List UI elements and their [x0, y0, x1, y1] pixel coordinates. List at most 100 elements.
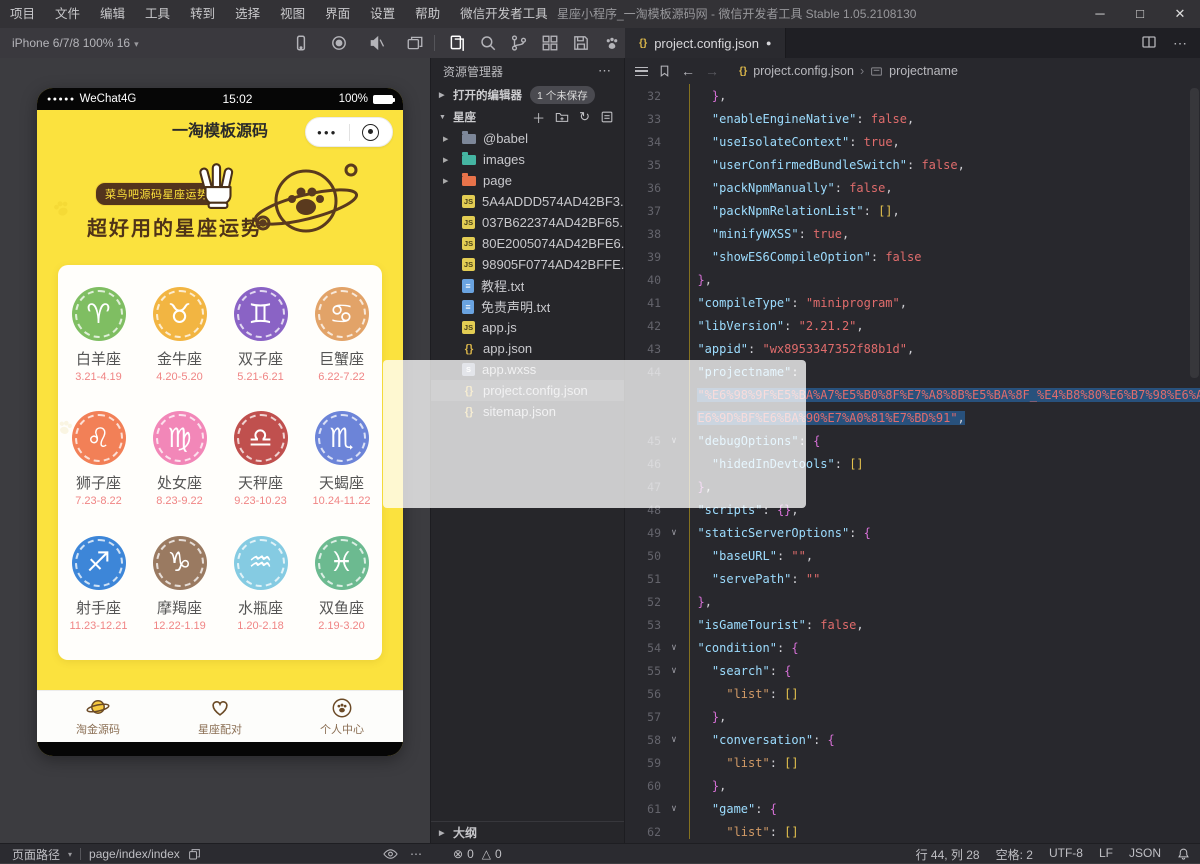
copy-icon[interactable]: [188, 848, 201, 861]
maximize-button[interactable]: □: [1120, 0, 1160, 28]
bookmark-icon[interactable]: [658, 64, 671, 78]
refresh-icon[interactable]: ↻: [579, 109, 590, 125]
new-folder-icon[interactable]: [555, 110, 569, 124]
bell-icon[interactable]: [1177, 847, 1190, 861]
zodiac-item[interactable]: ♈白羊座3.21-4.19: [58, 287, 139, 409]
scrollbar-thumb[interactable]: [1190, 88, 1199, 378]
fold-chevron-icon[interactable]: ∨: [665, 666, 683, 676]
code-line[interactable]: 60 },: [625, 774, 1200, 797]
file-row-----.txt[interactable]: ≡免责声明.txt: [431, 296, 624, 317]
file-row-5a4addd574ad42bf3...[interactable]: JS5A4ADDD574AD42BF3...: [431, 191, 624, 212]
save-icon[interactable]: [572, 34, 590, 52]
device-selector[interactable]: iPhone 6/7/8 100% 16▾: [12, 28, 139, 59]
back-arrow-icon[interactable]: ←: [681, 63, 695, 79]
language-mode[interactable]: JSON: [1129, 846, 1161, 863]
code-line[interactable]: 41 "compileType": "miniprogram",: [625, 291, 1200, 314]
menu-item[interactable]: 设置: [360, 0, 405, 28]
outline-section[interactable]: ▶ 大纲: [431, 821, 624, 843]
collapse-all-icon[interactable]: [600, 110, 614, 124]
code-line[interactable]: 50 "baseURL": "",: [625, 544, 1200, 567]
close-button[interactable]: ✕: [1160, 0, 1200, 28]
zodiac-item[interactable]: ♋巨蟹座6.22-7.22: [301, 287, 382, 409]
file-row-app.js[interactable]: JSapp.js: [431, 317, 624, 338]
menu-item[interactable]: 编辑: [90, 0, 135, 28]
zodiac-item[interactable]: ♎天秤座9.23-10.23: [220, 411, 301, 533]
breadcrumb-symbol[interactable]: projectname: [889, 64, 958, 78]
code-line[interactable]: 61∨ "game": {: [625, 797, 1200, 820]
branch-icon[interactable]: [510, 34, 528, 52]
clipboard-icon[interactable]: [448, 34, 466, 52]
code-line[interactable]: 62 "list": []: [625, 820, 1200, 843]
code-line[interactable]: 51 "servePath": "": [625, 567, 1200, 590]
close-target-button[interactable]: [362, 124, 379, 141]
phone-tab-paw[interactable]: 个人中心: [281, 691, 403, 742]
tab-project-config-json[interactable]: {} project.config.json ●: [625, 28, 786, 58]
more-actions-icon[interactable]: ⋯: [598, 63, 612, 79]
record-icon[interactable]: [330, 34, 348, 52]
menu-item[interactable]: 界面: [315, 0, 360, 28]
menu-item[interactable]: 选择: [225, 0, 270, 28]
code-line[interactable]: 34 "useIsolateContext": true,: [625, 130, 1200, 153]
more-actions-icon[interactable]: ⋯: [410, 847, 422, 861]
menu-item[interactable]: 微信开发者工具: [450, 0, 558, 28]
code-line[interactable]: 42 "libVersion": "2.21.2",: [625, 314, 1200, 337]
menu-item[interactable]: 工具: [135, 0, 180, 28]
file-row-98905f0774ad42bffe...[interactable]: JS98905F0774AD42BFFE...: [431, 254, 624, 275]
encoding[interactable]: UTF-8: [1049, 846, 1083, 863]
fold-chevron-icon[interactable]: ∨: [665, 528, 683, 538]
page-path-label[interactable]: 页面路径: [12, 846, 60, 863]
forward-arrow-icon[interactable]: →: [705, 63, 719, 79]
file-row-images[interactable]: ▶images: [431, 149, 624, 170]
code-line[interactable]: 33 "enableEngineNative": false,: [625, 107, 1200, 130]
menu-item[interactable]: 帮助: [405, 0, 450, 28]
zodiac-item[interactable]: ♉金牛座4.20-5.20: [139, 287, 220, 409]
code-line[interactable]: 56 "list": []: [625, 682, 1200, 705]
minimize-button[interactable]: ─: [1080, 0, 1120, 28]
grid-icon[interactable]: [541, 34, 559, 52]
code-line[interactable]: 38 "minifyWXSS": true,: [625, 222, 1200, 245]
more-actions-icon[interactable]: ⋯: [1173, 35, 1188, 52]
zodiac-item[interactable]: ♍处女座8.23-9.22: [139, 411, 220, 533]
file-row-@babel[interactable]: ▶@babel: [431, 128, 624, 149]
file-row-80e2005074ad42bfe6...[interactable]: JS80E2005074AD42BFE6...: [431, 233, 624, 254]
code-line[interactable]: 35 "userConfirmedBundleSwitch": false,: [625, 153, 1200, 176]
code-line[interactable]: 57 },: [625, 705, 1200, 728]
new-file-icon[interactable]: ＋: [532, 108, 545, 127]
split-editor-icon[interactable]: [1141, 34, 1159, 52]
menu-item[interactable]: 项目: [0, 0, 45, 28]
windows-icon[interactable]: [406, 34, 424, 52]
code-line[interactable]: 39 "showES6CompileOption": false: [625, 245, 1200, 268]
search-icon[interactable]: [479, 34, 497, 52]
open-editors-section[interactable]: ▶ 打开的编辑器 1 个未保存: [431, 84, 624, 106]
code-line[interactable]: 58∨ "conversation": {: [625, 728, 1200, 751]
problems-section[interactable]: ⊗ 0 △ 0: [453, 844, 502, 864]
zodiac-item[interactable]: ♑摩羯座12.22-1.19: [139, 536, 220, 658]
code-line[interactable]: 32 },: [625, 84, 1200, 107]
code-line[interactable]: 43 "appid": "wx8953347352f88b1d",: [625, 337, 1200, 360]
file-row-app.json[interactable]: {}app.json: [431, 338, 624, 359]
speaker-mute-icon[interactable]: [368, 34, 386, 52]
zodiac-item[interactable]: ♓双鱼座2.19-3.20: [301, 536, 382, 658]
project-section[interactable]: ▼ 星座 ＋ ↻: [431, 106, 624, 128]
fold-chevron-icon[interactable]: ∨: [665, 643, 683, 653]
code-line[interactable]: 49∨ "staticServerOptions": {: [625, 521, 1200, 544]
menu-item[interactable]: 文件: [45, 0, 90, 28]
code-line[interactable]: 52 },: [625, 590, 1200, 613]
breadcrumb-file[interactable]: project.config.json: [753, 64, 854, 78]
code-line[interactable]: 40 },: [625, 268, 1200, 291]
file-row---.txt[interactable]: ≡教程.txt: [431, 275, 624, 296]
zodiac-item[interactable]: ♐射手座11.23-12.21: [58, 536, 139, 658]
page-path-value[interactable]: page/index/index: [89, 847, 180, 861]
more-menu-button[interactable]: ●●●: [306, 128, 349, 137]
fold-chevron-icon[interactable]: ∨: [665, 804, 683, 814]
eye-icon[interactable]: [383, 848, 398, 860]
phone-tab-heart[interactable]: 星座配对: [159, 691, 281, 742]
zodiac-item[interactable]: ♊双子座5.21-6.21: [220, 287, 301, 409]
code-line[interactable]: 55∨ "search": {: [625, 659, 1200, 682]
phone-tab-planet[interactable]: 淘金源码: [37, 691, 159, 742]
code-line[interactable]: 54∨ "condition": {: [625, 636, 1200, 659]
file-row-037b622374ad42bf65...[interactable]: JS037B622374AD42BF65...: [431, 212, 624, 233]
zodiac-item[interactable]: ♒水瓶座1.20-2.18: [220, 536, 301, 658]
cursor-position[interactable]: 行 44, 列 28: [916, 846, 980, 863]
eol[interactable]: LF: [1099, 846, 1113, 863]
